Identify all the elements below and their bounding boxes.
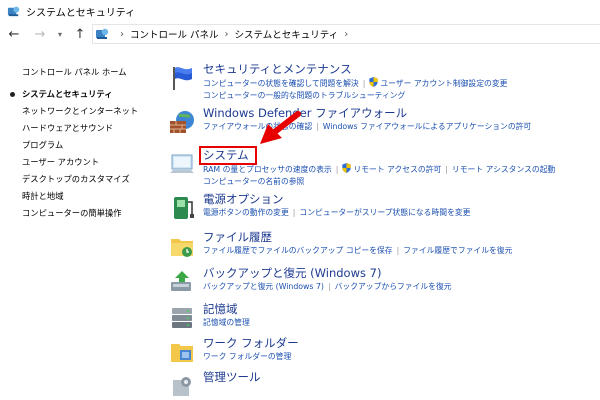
breadcrumb-separator[interactable]: › — [344, 29, 348, 40]
section-title[interactable]: システム — [203, 148, 600, 163]
section-title[interactable]: ファイル履歴 — [203, 230, 600, 245]
link-remote-assistance[interactable]: リモート アシスタンスの起動 — [452, 165, 555, 174]
computer-icon — [170, 154, 194, 173]
sidebar-home-link[interactable]: コントロール パネル ホーム — [22, 64, 152, 80]
control-panel-icon — [96, 28, 109, 39]
uac-shield-icon — [369, 77, 379, 87]
forward-arrow-icon[interactable]: → — [32, 26, 48, 42]
back-arrow-icon[interactable]: ← — [6, 26, 22, 42]
link-backup-restore-w7[interactable]: バックアップと復元 (Windows 7) — [203, 282, 324, 291]
section-links: ワーク フォルダーの管理 — [203, 351, 600, 363]
highlight-box — [199, 146, 257, 165]
backup-icon — [171, 271, 191, 291]
breadcrumb-control-panel[interactable]: コントロール パネル — [130, 27, 219, 41]
section-backup-restore: バックアップと復元 (Windows 7) バックアップと復元 (Windows… — [165, 266, 600, 302]
link-manage-work-folders[interactable]: ワーク フォルダーの管理 — [203, 352, 291, 361]
section-system: システム RAM の量とプロセッサの速度の表示 | リモート アクセスの許可 | リモー… — [165, 146, 600, 192]
link-uac-settings[interactable]: ユーザー アカウント制御設定の変更 — [380, 79, 507, 88]
section-links: RAM の量とプロセッサの速度の表示 | リモート アクセスの許可 | リモート アシス… — [203, 163, 600, 188]
link-restore-files[interactable]: ファイル履歴でファイルを復元 — [403, 246, 512, 255]
address-bar[interactable]: › コントロール パネル › システムとセキュリティ › — [92, 24, 600, 44]
link-divider: | — [316, 122, 319, 131]
flag-icon — [173, 67, 192, 90]
section-links: 記憶域の管理 — [203, 317, 600, 329]
section-file-history: ファイル履歴 ファイル履歴でファイルのバックアップ コピーを保存 | ファイル履歴で… — [165, 230, 600, 266]
sidebar-item-programs[interactable]: プログラム — [22, 137, 152, 154]
sidebar-item-system-security: システムとセキュリティ — [10, 86, 152, 103]
section-links: バックアップと復元 (Windows 7) | バックアップからファイルを復元 — [203, 281, 600, 293]
link-sleep-time[interactable]: コンピューターがスリープ状態になる時間を変更 — [299, 208, 470, 217]
admin-tools-icon — [173, 377, 191, 396]
red-pointer-arrow-icon — [260, 111, 301, 144]
link-manage-storage[interactable]: 記憶域の管理 — [203, 318, 250, 327]
breadcrumb-separator[interactable]: › — [120, 29, 124, 40]
link-troubleshooting[interactable]: コンピューターの一般的な問題のトラブルシューティング — [203, 91, 405, 100]
section-title[interactable]: 記憶域 — [203, 302, 600, 317]
link-remote-access[interactable]: リモート アクセスの許可 — [353, 165, 441, 174]
current-bullet-icon — [10, 92, 15, 97]
section-title[interactable]: セキュリティとメンテナンス — [203, 62, 600, 77]
section-title[interactable]: 管理ツール — [203, 370, 600, 385]
sidebar-item-hardware-sound[interactable]: ハードウェアとサウンド — [22, 120, 152, 137]
sidebar: コントロール パネル ホーム システムとセキュリティ ネットワークとインターネッ… — [10, 64, 152, 222]
main-content: セキュリティとメンテナンス コンピューターの状態を確認して問題を解決 | ユーザー … — [165, 62, 600, 396]
section-title[interactable]: ワーク フォルダー — [203, 336, 600, 351]
up-arrow-icon[interactable]: ↑ — [72, 26, 88, 42]
breadcrumb-separator[interactable]: › — [225, 29, 229, 40]
link-ram-processor[interactable]: RAM の量とプロセッサの速度の表示 — [203, 165, 332, 174]
section-power: 電源オプション 電源ボタンの動作の変更 | コンピューターがスリープ状態になる時間を… — [165, 192, 600, 230]
sidebar-item-network[interactable]: ネットワークとインターネット — [22, 103, 152, 120]
section-links: ファイル履歴でファイルのバックアップ コピーを保存 | ファイル履歴でファイルを復元 — [203, 245, 600, 257]
link-computer-name[interactable]: コンピューターの名前の参照 — [203, 177, 304, 186]
breadcrumb-system-security[interactable]: システムとセキュリティ — [235, 27, 339, 41]
section-title[interactable]: 電源オプション — [203, 192, 600, 207]
sidebar-item-clock-region[interactable]: 時計と地域 — [22, 188, 152, 205]
link-check-status[interactable]: コンピューターの状態を確認して問題を解決 — [203, 79, 359, 88]
window-title: システムとセキュリティ — [26, 7, 136, 19]
link-restore-from-backup[interactable]: バックアップからファイルを復元 — [335, 282, 452, 291]
link-divider: | — [362, 79, 366, 88]
link-divider: | — [445, 165, 448, 174]
sidebar-item-label: システムとセキュリティ — [22, 89, 113, 99]
link-divider: | — [396, 246, 400, 255]
section-storage: 記憶域 記憶域の管理 — [165, 302, 600, 336]
section-security-maintenance: セキュリティとメンテナンス コンピューターの状態を確認して問題を解決 | ユーザー … — [165, 62, 600, 106]
section-title[interactable]: バックアップと復元 (Windows 7) — [203, 266, 600, 281]
link-allow-app[interactable]: Windows ファイアウォールによるアプリケーションの許可 — [323, 122, 531, 131]
firewall-icon — [170, 111, 194, 133]
work-folders-icon — [171, 344, 193, 362]
power-icon — [174, 197, 194, 219]
link-save-backup[interactable]: ファイル履歴でファイルのバックアップ コピーを保存 — [203, 246, 393, 255]
section-links: コンピューターの状態を確認して問題を解決 | ユーザー アカウント制御設定の変更 コ… — [203, 77, 600, 102]
section-admin-tools: 管理ツール — [165, 370, 600, 396]
storage-icon — [172, 308, 192, 328]
link-divider: | — [335, 165, 339, 174]
link-power-button[interactable]: 電源ボタンの動作の変更 — [203, 208, 289, 217]
section-firewall: Windows Defender ファイアウォール ファイアウォールの状態の確認… — [165, 106, 600, 148]
sidebar-item-appearance[interactable]: デスクトップのカスタマイズ — [22, 171, 152, 188]
navigation-bar: ← → ▾ ↑ › コントロール パネル › システムとセキュリティ › — [0, 22, 600, 46]
control-panel-icon — [7, 6, 20, 16]
sidebar-item-user-accounts[interactable]: ユーザー アカウント — [22, 154, 152, 171]
uac-shield-icon — [342, 163, 352, 173]
link-divider: | — [327, 282, 331, 291]
section-work-folders: ワーク フォルダー ワーク フォルダーの管理 — [165, 336, 600, 370]
title-bar: システムとセキュリティ — [0, 0, 600, 22]
recent-locations-chevron-icon[interactable]: ▾ — [52, 26, 68, 42]
section-links: 電源ボタンの動作の変更 | コンピューターがスリープ状態になる時間を変更 — [203, 207, 600, 219]
sidebar-item-ease-of-access[interactable]: コンピューターの簡単操作 — [22, 205, 152, 222]
link-divider: | — [292, 208, 296, 217]
file-history-icon — [171, 239, 193, 257]
